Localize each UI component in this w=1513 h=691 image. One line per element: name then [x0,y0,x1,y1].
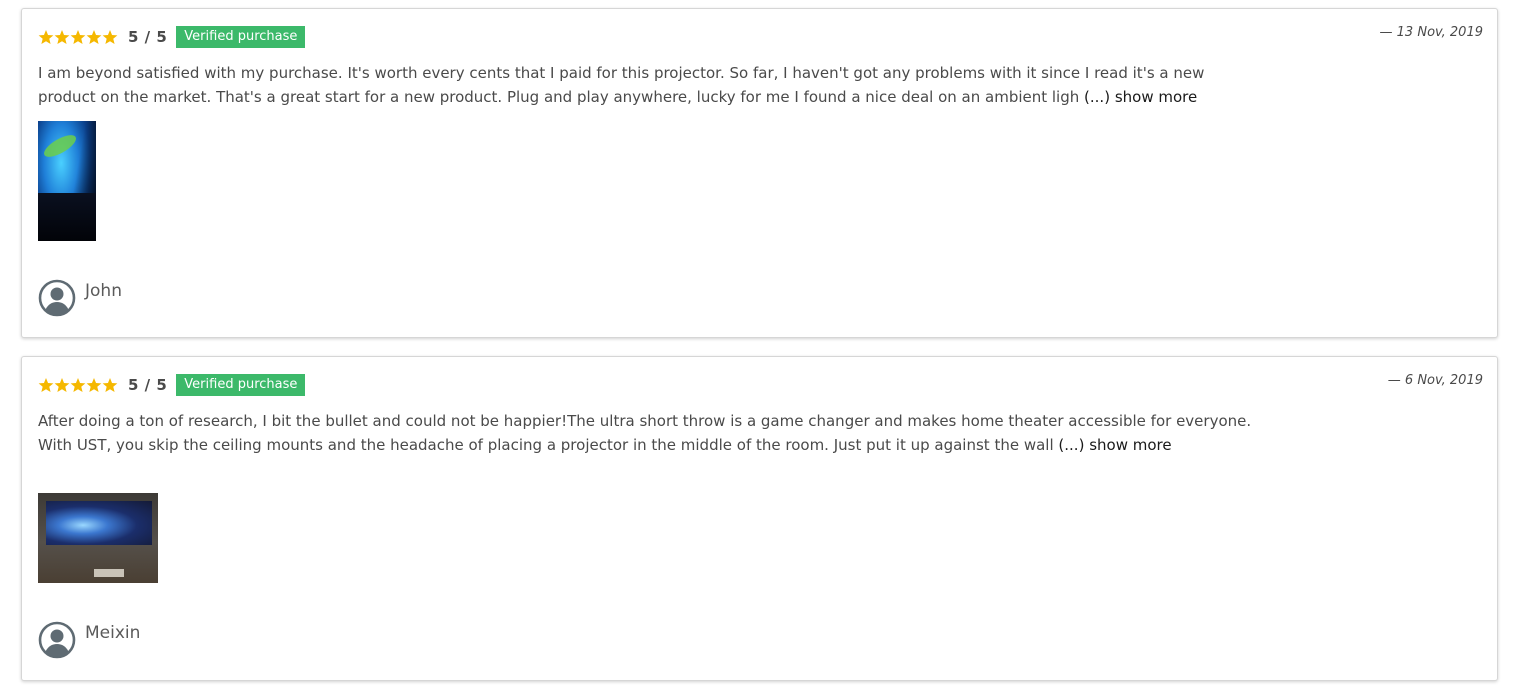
review-text: After doing a ton of research, I bit the… [38,409,1253,457]
user-avatar-icon [38,621,76,659]
star-icon [70,377,86,393]
rating-score: 5 / 5 [128,28,168,46]
star-icon [54,377,70,393]
review-date: — 6 Nov, 2019 [1387,373,1483,388]
rating-score: 5 / 5 [128,376,168,394]
rating-row: 5 / 5 Verified purchase [38,374,306,396]
review-text: I am beyond satisfied with my purchase. … [38,61,1253,109]
show-more-link[interactable]: (...) show more [1058,436,1171,454]
reviewer: Meixin [38,621,140,659]
star-rating [38,377,118,393]
star-icon [54,29,70,45]
photo-content [40,130,80,162]
review-card: 5 / 5 Verified purchase — 13 Nov, 2019 I… [21,8,1498,338]
photo-content [94,569,124,577]
show-more-link[interactable]: (...) show more [1084,88,1197,106]
star-icon [86,377,102,393]
star-icon [38,377,54,393]
verified-purchase-badge: Verified purchase [176,26,306,48]
user-avatar-icon [38,279,76,317]
star-icon [70,29,86,45]
reviews-list: 5 / 5 Verified purchase — 13 Nov, 2019 I… [0,0,1513,691]
star-icon [86,29,102,45]
reviewer: John [38,279,122,317]
review-photo-thumbnail[interactable] [38,493,158,583]
rating-row: 5 / 5 Verified purchase [38,26,306,48]
review-body: I am beyond satisfied with my purchase. … [38,64,1205,106]
review-card: 5 / 5 Verified purchase — 6 Nov, 2019 Af… [21,356,1498,681]
reviewer-name: John [85,281,122,301]
star-icon [38,29,54,45]
verified-purchase-badge: Verified purchase [176,374,306,396]
review-date: — 13 Nov, 2019 [1379,25,1483,40]
review-photo-thumbnail[interactable] [38,121,96,241]
reviewer-name: Meixin [85,623,141,643]
photo-content [46,501,152,545]
star-icon [102,377,118,393]
star-rating [38,29,118,45]
star-icon [102,29,118,45]
